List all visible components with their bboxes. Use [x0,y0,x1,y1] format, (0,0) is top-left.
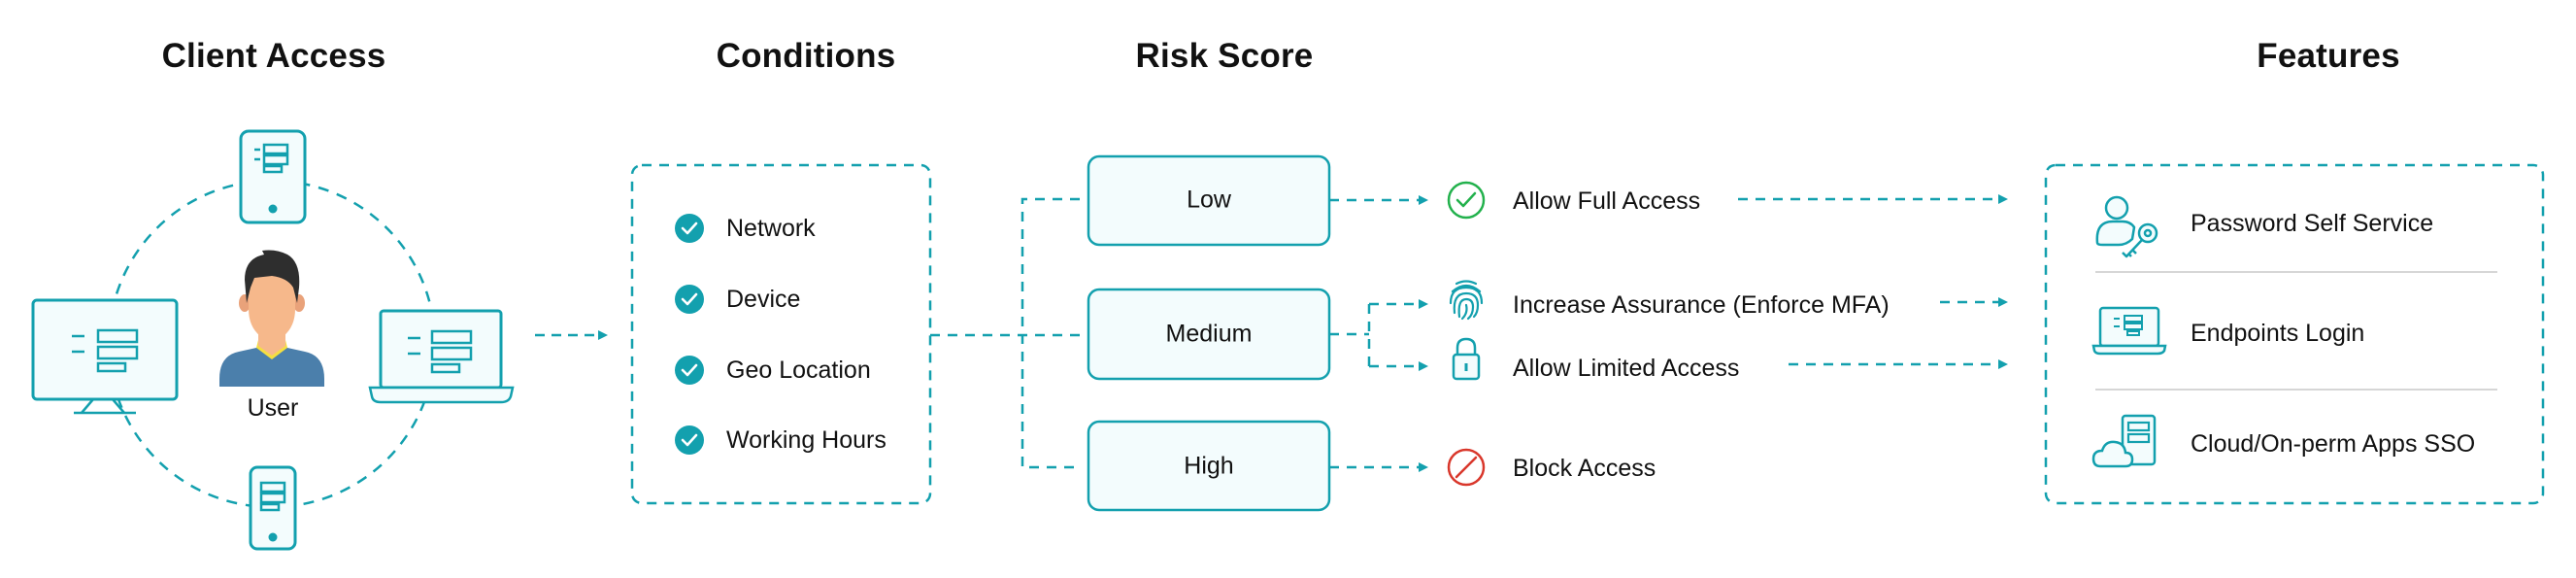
conditions-to-risk-connectors [930,197,1080,469]
user-label: User [247,394,299,422]
condition-device: Device [726,286,801,313]
risk-label-medium: Medium [1165,320,1253,348]
heading-conditions: Conditions [716,37,896,75]
check-circle-icon [675,356,704,385]
check-outline-icon [1447,181,1486,220]
diagram-canvas [31,129,2545,551]
check-circle-icon [675,425,704,455]
heading-features: Features [2257,37,2400,75]
condition-check-icons [675,214,704,455]
check-circle-icon [675,214,704,243]
user-avatar [219,250,324,387]
feature-endpoints-login: Endpoints Login [2191,320,2365,347]
mobile-phone-icon [249,465,297,551]
action-allow-full-access: Allow Full Access [1513,187,1701,215]
risk-label-low: Low [1187,186,1231,214]
condition-geo-location: Geo Location [726,357,871,384]
action-allow-limited-access: Allow Limited Access [1513,355,1740,382]
client-access-section [31,129,515,551]
feature-password-self-service: Password Self Service [2191,210,2434,237]
lock-icon [1452,337,1481,381]
risk-label-high: High [1184,452,1234,480]
condition-network: Network [726,215,816,242]
user-key-icon [2095,195,2158,258]
condition-working-hours: Working Hours [726,426,887,454]
laptop-icon [368,309,515,404]
feature-cloud-apps-sso: Cloud/On-perm Apps SSO [2191,430,2476,458]
heading-client-access: Client Access [161,37,386,75]
fingerprint-icon [1449,280,1484,321]
laptop-icon [2091,306,2167,356]
action-block-access: Block Access [1513,455,1656,482]
risk-to-action-connectors [1329,195,1428,472]
heading-risk-score: Risk Score [1135,37,1314,75]
action-to-feature-connectors [1738,194,2008,369]
desktop-monitor-icon [31,298,179,415]
tablet-icon [239,129,307,224]
action-increase-assurance: Increase Assurance (Enforce MFA) [1513,291,1890,319]
cloud-server-icon [2091,414,2157,468]
block-icon [1447,448,1486,487]
check-circle-icon [675,285,704,314]
